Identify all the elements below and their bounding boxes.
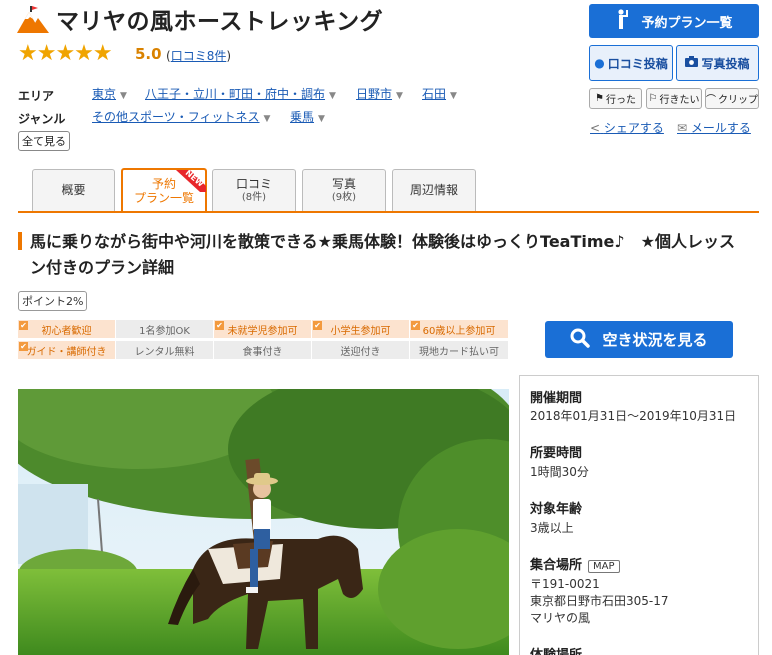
post-review-label: 口コミ投稿 <box>607 56 668 71</box>
want-label: 行きたい <box>659 95 700 106</box>
tag-rental: レンタル無料 <box>116 341 213 359</box>
area-item[interactable]: 日野市 ▼ <box>356 85 403 102</box>
tab-reviews[interactable]: 口コミ (8件) <box>212 169 296 211</box>
genre-link[interactable]: その他スポーツ・フィットネス <box>92 110 260 124</box>
post-photo-button[interactable]: 写真投稿 <box>676 45 759 81</box>
share-icon: < <box>590 121 601 135</box>
age-value: 3歳以上 <box>530 521 574 535</box>
availability-button[interactable]: 空き状況を見る <box>545 321 733 358</box>
dropdown-arrow-icon: ▼ <box>120 91 127 101</box>
plan-title: 馬に乗りながら街中や河川を散策できる★乗馬体験！体験後はゆっくりTeaTime♪… <box>30 232 735 277</box>
reviews-link[interactable]: 口コミ8件 <box>171 49 227 63</box>
share-link[interactable]: < シェアする <box>590 119 664 136</box>
area-item[interactable]: 東京 ▼ <box>92 85 127 102</box>
want-button[interactable]: ⚐ 行きたい <box>646 88 702 109</box>
genre-item[interactable]: 乗馬 ▼ <box>290 108 325 125</box>
area-label: エリア <box>18 89 55 103</box>
tag-meal: 食事付き <box>214 341 311 359</box>
mountain-logo-icon <box>16 6 50 34</box>
share-label: シェアする <box>603 121 664 135</box>
genre-label: ジャンル <box>18 112 66 126</box>
tag-senior: 60歳以上参加可 <box>410 320 508 338</box>
point-badge: ポイント2% <box>18 291 88 311</box>
dropdown-arrow-icon: ▼ <box>450 91 457 101</box>
paperclip-icon: ⌒ <box>706 95 716 106</box>
area-link[interactable]: 日野市 <box>356 87 392 101</box>
address: 東京都日野市石田305-17 <box>530 594 669 608</box>
reviews-close-paren: ) <box>226 49 232 63</box>
tab-label: 口コミ <box>235 177 272 192</box>
tag-elementary: 小学生参加可 <box>312 320 409 338</box>
genre-item[interactable]: その他スポーツ・フィットネス ▼ <box>92 108 270 125</box>
clip-label: クリップ <box>718 95 758 106</box>
mail-link[interactable]: ✉ メールする <box>677 119 751 136</box>
postal-code: 〒191-0021 <box>530 577 600 591</box>
tab-underline <box>18 211 759 213</box>
camera-icon <box>685 56 699 70</box>
meeting-label: 集合場所 <box>530 558 583 573</box>
tab-nearby[interactable]: 周辺情報 <box>392 169 476 211</box>
tag-preschool: 未就学児参加可 <box>214 320 311 338</box>
area-link[interactable]: 東京 <box>92 87 116 101</box>
place-name: マリヤの風 <box>530 611 591 625</box>
walk-icon: ⚐ <box>648 93 658 104</box>
post-photo-label: 写真投稿 <box>701 56 750 71</box>
tab-sub-label: プラン一覧 <box>133 191 194 205</box>
tag-guide: ガイド・講師付き <box>18 341 115 359</box>
person-icon <box>615 9 629 33</box>
genre-link[interactable]: 乗馬 <box>290 110 314 124</box>
dropdown-arrow-icon: ▼ <box>318 114 325 124</box>
tab-sub-label: (8件) <box>241 191 267 203</box>
availability-label: 空き状況を見る <box>602 331 708 349</box>
plan-photo <box>18 389 509 655</box>
period-label: 開催期間 <box>530 391 583 406</box>
meeting-place-heading: 集合場所 MAP <box>530 554 620 573</box>
heading-accent-bar <box>18 232 22 250</box>
tab-label: 概要 <box>61 183 86 198</box>
tag-solo: 1名参加OK <box>116 320 213 338</box>
tab-photos[interactable]: 写真 (9枚) <box>302 169 386 211</box>
tab-sub-label: (9枚) <box>331 191 357 203</box>
rating-stars: ★★★★★ <box>18 41 113 66</box>
mail-label: メールする <box>690 121 751 135</box>
duration-label: 所要時間 <box>530 446 583 461</box>
dropdown-arrow-icon: ▼ <box>263 114 271 124</box>
duration-value: 1時間30分 <box>530 465 589 479</box>
search-icon <box>570 328 591 352</box>
went-label: 行った <box>605 95 636 106</box>
tab-label: 写真 <box>331 177 356 192</box>
tag-pickup: 送迎付き <box>312 341 409 359</box>
rating-score: 5.0 <box>135 45 162 63</box>
plan-list-label: 予約プラン一覧 <box>641 15 733 31</box>
tag-beginner: 初心者歓迎 <box>18 320 115 338</box>
area-link[interactable]: 石田 <box>422 87 446 101</box>
venue-label: 体験場所 <box>530 644 582 655</box>
speech-bubble-icon: ● <box>594 56 605 70</box>
new-badge: NEW <box>170 170 206 192</box>
clip-button[interactable]: ⌒ クリップ <box>705 88 759 109</box>
map-button[interactable]: MAP <box>588 560 620 573</box>
mail-icon: ✉ <box>677 121 688 135</box>
dropdown-arrow-icon: ▼ <box>329 91 336 101</box>
flag-icon: ⚑ <box>595 93 604 104</box>
plan-info-panel: 開催期間 2018年01月31日～2019年10月31日 所要時間 1時間30分… <box>519 375 759 655</box>
plan-list-button[interactable]: 予約プラン一覧 <box>589 4 759 38</box>
period-value: 2018年01月31日～2019年10月31日 <box>530 409 737 423</box>
area-item[interactable]: 石田 ▼ <box>422 85 457 102</box>
page-title: マリヤの風ホーストレッキング <box>56 9 384 35</box>
age-label: 対象年齢 <box>530 502 583 517</box>
dropdown-arrow-icon: ▼ <box>396 91 403 101</box>
area-link[interactable]: 八王子・立川・町田・府中・調布 <box>145 87 325 101</box>
tag-card: 現地カード払い可 <box>410 341 508 359</box>
tab-overview[interactable]: 概要 <box>32 169 115 211</box>
post-review-button[interactable]: ● 口コミ投稿 <box>589 45 673 81</box>
went-button[interactable]: ⚑ 行った <box>589 88 642 109</box>
see-all-button[interactable]: 全て見る <box>18 131 70 151</box>
tab-label: 周辺情報 <box>409 183 458 198</box>
reviews-count: (口コミ8件) <box>166 47 231 64</box>
area-item[interactable]: 八王子・立川・町田・府中・調布 ▼ <box>145 85 336 102</box>
